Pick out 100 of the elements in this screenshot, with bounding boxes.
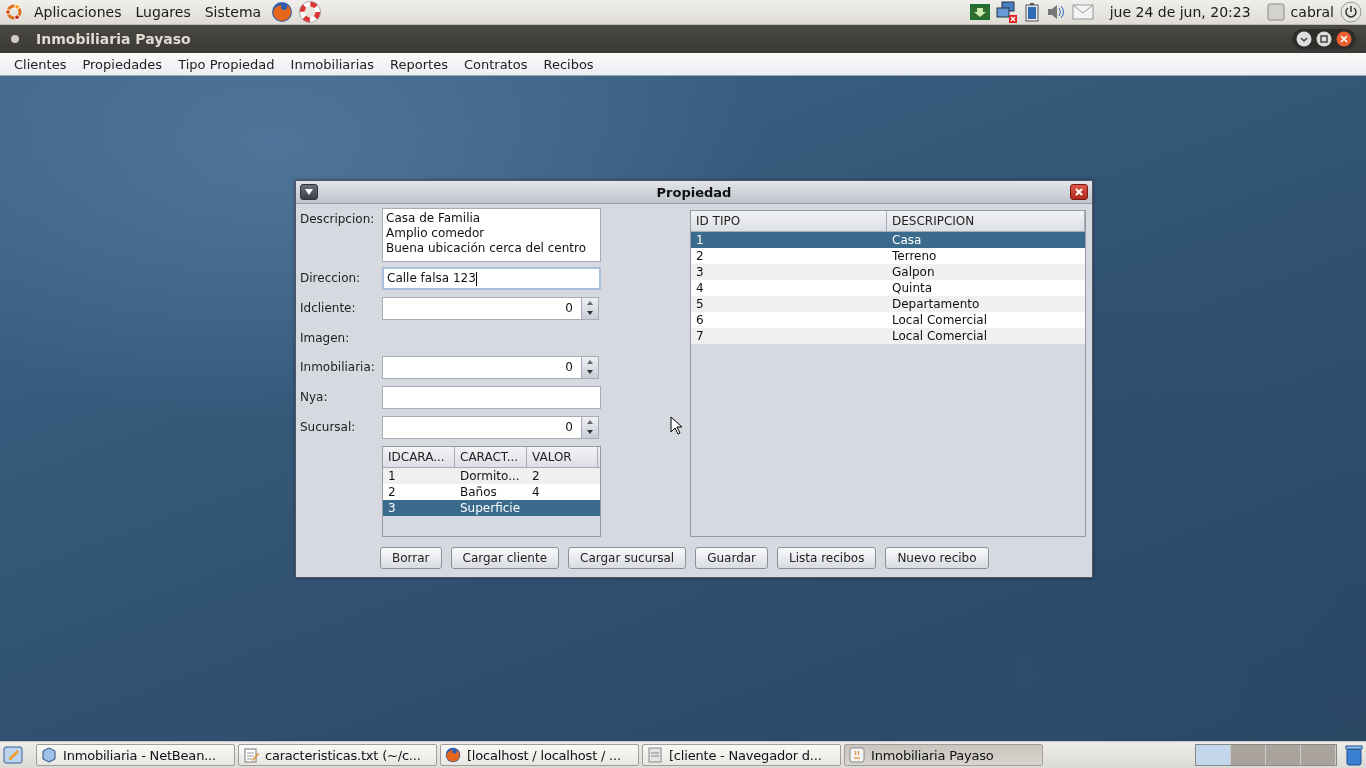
minimize-icon[interactable]	[1296, 31, 1312, 47]
dialog-close-button[interactable]	[1070, 184, 1088, 200]
taskbar-button[interactable]: Inmobiliaria Payaso	[844, 744, 1043, 766]
firefox-icon[interactable]	[445, 747, 461, 763]
table-cell-text: Local Comercial	[891, 328, 988, 344]
table-cell-text: Terreno	[891, 248, 938, 264]
table-row[interactable]: 6 Local Comercial	[691, 312, 1085, 328]
table-cell-text: 1	[695, 232, 705, 248]
taskbar-button[interactable]: [localhost / localhost / ...	[440, 744, 639, 766]
panel-menu[interactable]: Aplicaciones	[30, 4, 126, 20]
caret-down-icon	[305, 189, 313, 195]
network-error-icon[interactable]	[995, 1, 1018, 23]
table-row[interactable]: 5 Departamento	[691, 296, 1085, 312]
volume-icon[interactable]	[1045, 3, 1066, 21]
table-cell-text: 4	[531, 484, 541, 500]
menu-item[interactable]: Reportes	[382, 56, 456, 72]
table-cell-text: Baños	[459, 484, 498, 500]
table-cell-text: 3	[387, 500, 397, 516]
java-icon	[849, 747, 865, 763]
table-cell-text: 1	[387, 468, 397, 484]
table-cell-text: Galpon	[891, 264, 936, 280]
menu-item[interactable]: Tipo Propiedad	[170, 56, 283, 72]
spinner-field[interactable]: 0	[382, 297, 599, 320]
dialog-menu-button[interactable]	[300, 184, 318, 200]
power-icon[interactable]	[1340, 1, 1362, 23]
panel-menu[interactable]: Sistema	[200, 4, 266, 20]
lifebuoy-icon[interactable]	[299, 1, 322, 23]
menu-item[interactable]: Clientes	[6, 56, 75, 72]
mouse-pointer-icon	[670, 416, 683, 435]
table-cell-text: 2	[695, 248, 705, 264]
cube-icon	[41, 747, 57, 763]
table-row[interactable]: 1 Casa	[691, 232, 1085, 248]
spinner-field[interactable]: 0	[382, 356, 599, 379]
column-header[interactable]: IDCARA...	[383, 447, 455, 467]
table-row[interactable]: 1 Dormito... 2	[383, 468, 600, 484]
show-desktop-icon[interactable]	[2, 744, 24, 766]
field-label: Imagen:	[300, 330, 351, 347]
table-row[interactable]: 3 Galpon	[691, 264, 1085, 280]
dialog-button[interactable]: Borrar	[380, 547, 442, 569]
taskbar-button[interactable]: [cliente - Navegador d...	[642, 744, 841, 766]
dialog-button[interactable]: Cargar sucursal	[568, 547, 687, 569]
description-field[interactable]: Casa de Familia Amplio comedor Buena ubicación cerca del centro	[382, 208, 601, 262]
ubuntu-logo-icon[interactable]	[4, 2, 24, 22]
table-cell-text: Departamento	[891, 296, 981, 312]
table-cell-text: 3	[695, 264, 705, 280]
table-cell-text: 2	[531, 468, 541, 484]
taskbar-button[interactable]: Inmobiliaria - NetBean...	[36, 744, 235, 766]
close-icon[interactable]	[1336, 31, 1352, 47]
table-cell-text: 7	[695, 328, 705, 344]
window-icon	[647, 747, 663, 763]
table-cell-text: 2	[387, 484, 397, 500]
table-row[interactable]: 4 Quinta	[691, 280, 1085, 296]
field-label: Idcliente:	[300, 300, 357, 317]
field-label: Direccion:	[300, 270, 362, 287]
table-row[interactable]: 2 Baños 4	[383, 484, 600, 500]
panel-menu[interactable]: Lugares	[131, 4, 195, 20]
menu-item[interactable]: Contratos	[455, 56, 536, 72]
dialog-button[interactable]: Cargar cliente	[450, 547, 560, 569]
user-icon	[1266, 3, 1285, 21]
user-name[interactable]: cabral	[1290, 4, 1334, 20]
menu-item[interactable]: Recibos	[535, 56, 602, 72]
dialog-title: Propiedad	[655, 184, 733, 200]
table-cell-text: 6	[695, 312, 705, 328]
field-label: Descripcion:	[300, 211, 376, 228]
maximize-icon[interactable]	[1316, 31, 1332, 47]
update-icon[interactable]	[969, 4, 990, 20]
column-header[interactable]: ID TIPO	[691, 211, 887, 231]
field-label: Inmobiliaria:	[300, 359, 376, 376]
notepad-icon	[243, 747, 259, 763]
text-field[interactable]: Calle falsa 123	[382, 267, 601, 290]
table-row[interactable]: 3 Superficie	[383, 500, 600, 516]
trash-icon[interactable]	[1344, 744, 1364, 766]
table-row[interactable]: 2 Terreno	[691, 248, 1085, 264]
menu-item[interactable]: Propiedades	[74, 56, 171, 72]
column-header[interactable]: DESCRIPCION	[887, 211, 1085, 231]
dialog-button[interactable]: Guardar	[695, 547, 769, 569]
text-field[interactable]	[382, 386, 601, 409]
window-menu-icon[interactable]	[10, 34, 20, 44]
dialog-button[interactable]: Nuevo recibo	[885, 547, 989, 569]
spinner-field[interactable]: 0	[382, 416, 599, 439]
table-cell-text: Casa	[891, 232, 923, 248]
table-cell-text: 4	[695, 280, 705, 296]
firefox-icon[interactable]	[271, 1, 294, 23]
battery-icon[interactable]	[1023, 2, 1040, 22]
table-cell-text: Dormito...	[459, 468, 521, 484]
column-header[interactable]: VALOR	[527, 447, 598, 467]
table-cell-text: 5	[695, 296, 705, 312]
close-icon	[1075, 188, 1083, 196]
field-label: Nya:	[300, 389, 329, 406]
dialog-button[interactable]: Lista recibos	[777, 547, 877, 569]
column-header[interactable]: CARACT...	[455, 447, 527, 467]
table-cell-text: Local Comercial	[891, 312, 988, 328]
field-label: Sucursal:	[300, 419, 357, 436]
clock[interactable]: jue 24 de jun, 20:23	[1099, 4, 1261, 20]
table-row[interactable]: 7 Local Comercial	[691, 328, 1085, 344]
table-cell-text: Quinta	[891, 280, 934, 296]
menu-item[interactable]: Inmobiliarias	[282, 56, 383, 72]
table-cell-text: Superficie	[459, 500, 522, 516]
window-title: Inmobiliaria Payaso	[36, 31, 191, 47]
taskbar-button[interactable]: caracteristicas.txt (~/c...	[238, 744, 437, 766]
